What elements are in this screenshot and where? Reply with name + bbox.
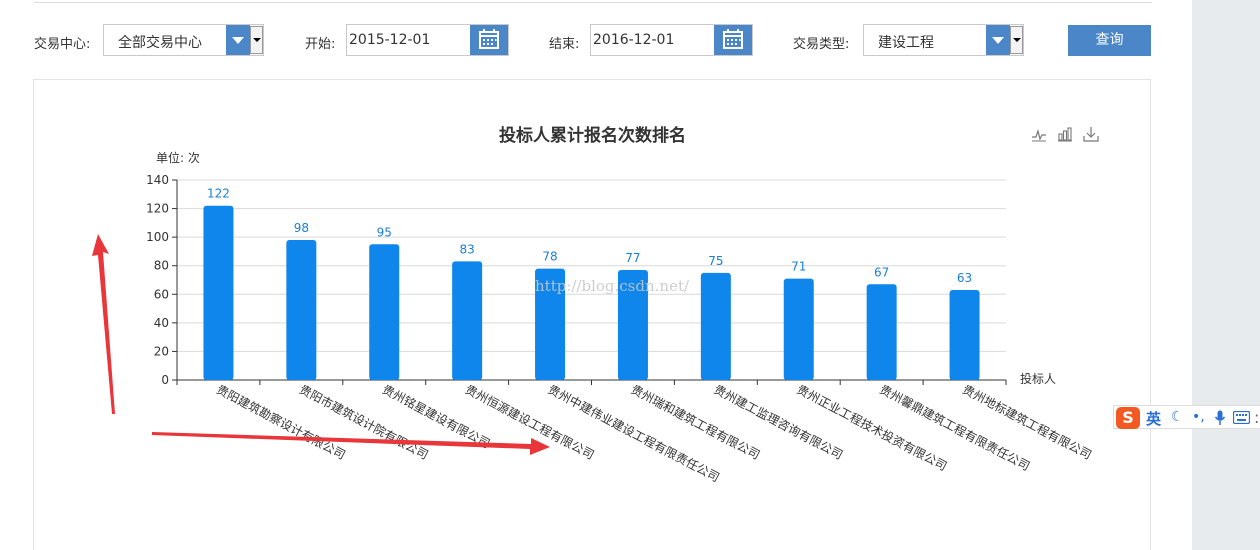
ime-toolbar[interactable]: S 英 ☾ •, :	[1113, 405, 1260, 429]
x-tick-label: 贵州地标建筑工程有限公司	[960, 381, 1094, 462]
bar-chart: 0 20 40 60 80 100 120 140 单位: 次投标人 122 贵阳建筑勘察设计有限公…	[92, 150, 1094, 485]
y-tick-label: 20	[154, 344, 169, 358]
data-label: 95	[377, 225, 392, 239]
moon-icon[interactable]: ☾	[1171, 409, 1184, 425]
window-side-strip	[1192, 0, 1260, 550]
red-arrow-right	[152, 432, 550, 455]
more-icon[interactable]: :	[1254, 408, 1259, 427]
data-label: 67	[874, 265, 889, 279]
x-axis-label: 投标人	[1020, 371, 1056, 386]
data-label: 83	[460, 242, 475, 256]
y-tick-label: 120	[146, 202, 169, 216]
x-tick-label: 贵州正业工程技术投资有限公司	[794, 381, 949, 473]
page: 交易中心: 全部交易中心 开始: 2015-12-01 结束: 2016-12-…	[0, 0, 1260, 550]
red-arrow-up	[92, 234, 115, 414]
y-tick-label: 60	[154, 287, 169, 301]
sogou-logo-icon[interactable]: S	[1116, 407, 1140, 429]
data-label: 75	[708, 254, 723, 268]
data-label: 63	[957, 271, 972, 285]
y-tick-label: 140	[146, 173, 169, 187]
x-tick-label: 贵阳建筑勘察设计有限公司	[214, 381, 348, 462]
microphone-icon[interactable]	[1214, 410, 1226, 426]
bar	[203, 205, 234, 380]
keyboard-icon[interactable]	[1233, 411, 1250, 424]
x-tick-label: 贵州建工监理咨询有限公司	[711, 381, 845, 462]
bar	[369, 244, 400, 380]
bar	[866, 284, 897, 380]
y-tick-label: 0	[161, 373, 169, 387]
watermark: http://blog.csdn.net/	[535, 277, 690, 295]
data-label: 122	[207, 187, 230, 201]
x-tick-label: 贵阳市建筑设计院有限公司	[297, 381, 431, 462]
ime-mode-toggle[interactable]: 英	[1146, 408, 1161, 429]
y-axis-label: 单位: 次	[156, 150, 200, 165]
x-tick-label: 贵州馨鼎建筑工程有限责任公司	[877, 381, 1032, 473]
bar	[700, 272, 731, 380]
y-tick-label: 100	[146, 230, 169, 244]
bar	[949, 290, 980, 380]
data-label: 78	[542, 250, 557, 264]
punctuation-icon[interactable]: •,	[1192, 409, 1205, 425]
bar	[452, 261, 483, 380]
data-label: 77	[625, 251, 640, 265]
bar	[286, 240, 317, 380]
x-tick-label: 贵州瑞和建筑工程有限公司	[629, 381, 763, 462]
data-label: 98	[294, 221, 309, 235]
y-tick-label: 40	[154, 316, 169, 330]
y-tick-label: 80	[154, 259, 169, 273]
bar	[783, 278, 814, 380]
x-tick-label: 贵州恒源建设工程有限公司	[463, 381, 597, 462]
data-label: 71	[791, 260, 806, 274]
